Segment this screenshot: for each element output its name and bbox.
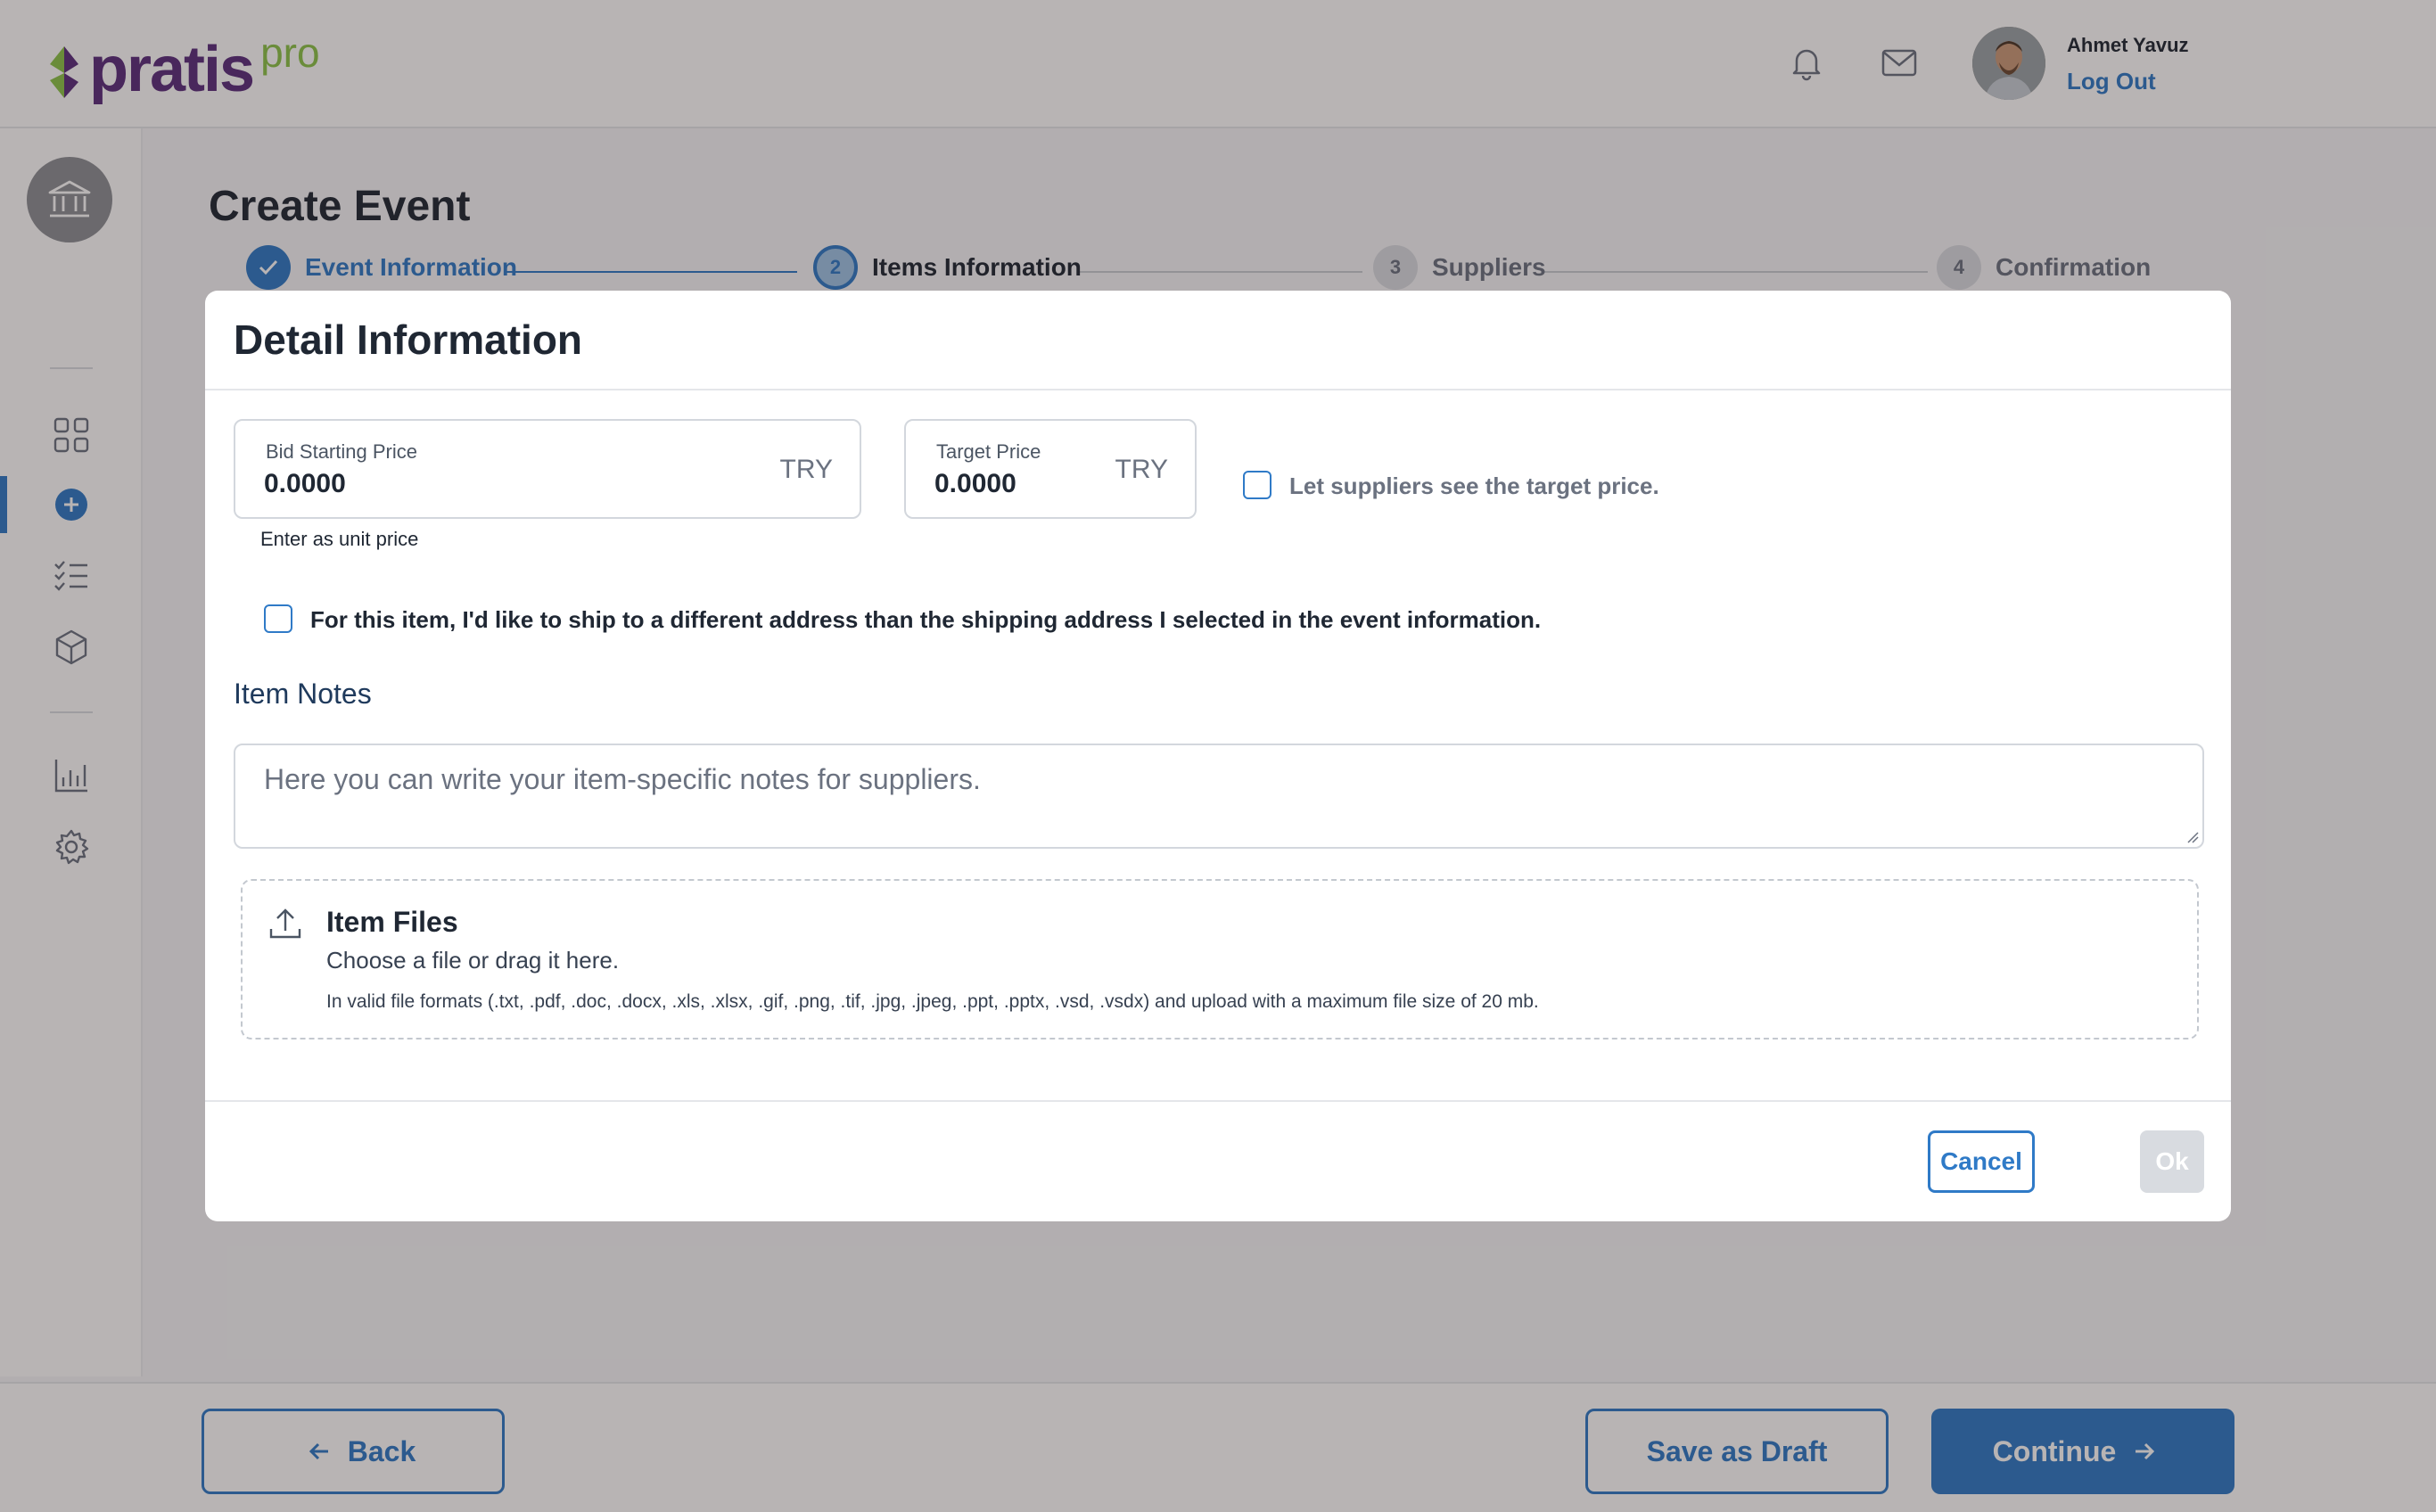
detail-information-modal: Detail Information Bid Starting Price 0.… xyxy=(205,291,2231,1221)
bid-starting-price-input[interactable]: 0.0000 xyxy=(264,469,346,499)
different-address-label[interactable]: For this item, I'd like to ship to a dif… xyxy=(310,606,1541,634)
field-hint: Enter as unit price xyxy=(260,528,419,550)
item-files-dropzone[interactable]: Item Files Choose a file or drag it here… xyxy=(241,879,2199,1040)
upload-icon xyxy=(269,908,301,939)
target-price-field[interactable]: Target Price 0.0000 TRY xyxy=(904,419,1197,519)
modal-divider xyxy=(205,389,2231,390)
item-files-subtitle: Choose a file or drag it here. xyxy=(326,947,620,974)
modal-divider xyxy=(205,1100,2231,1102)
item-notes-title: Item Notes xyxy=(234,678,372,710)
resize-grip-icon[interactable] xyxy=(2186,831,2199,843)
item-files-title: Item Files xyxy=(326,906,458,938)
item-files-formats-note: In valid file formats (.txt, .pdf, .doc,… xyxy=(326,991,1539,1012)
currency-suffix: TRY xyxy=(779,455,833,484)
modal-title: Detail Information xyxy=(234,316,583,363)
bid-starting-price-field[interactable]: Bid Starting Price 0.0000 TRY xyxy=(234,419,861,519)
item-notes-textarea[interactable]: Here you can write your item-specific no… xyxy=(234,744,2204,849)
show-target-price-label[interactable]: Let suppliers see the target price. xyxy=(1289,472,1659,500)
target-price-input[interactable]: 0.0000 xyxy=(934,469,1016,499)
field-label: Target Price xyxy=(936,440,1041,463)
ok-button[interactable]: Ok xyxy=(2140,1130,2204,1193)
cancel-button[interactable]: Cancel xyxy=(1928,1130,2035,1193)
currency-suffix: TRY xyxy=(1115,455,1168,484)
different-address-checkbox[interactable] xyxy=(264,604,292,633)
notes-placeholder: Here you can write your item-specific no… xyxy=(264,763,981,795)
show-target-price-checkbox[interactable] xyxy=(1243,471,1271,499)
field-label: Bid Starting Price xyxy=(266,440,417,463)
